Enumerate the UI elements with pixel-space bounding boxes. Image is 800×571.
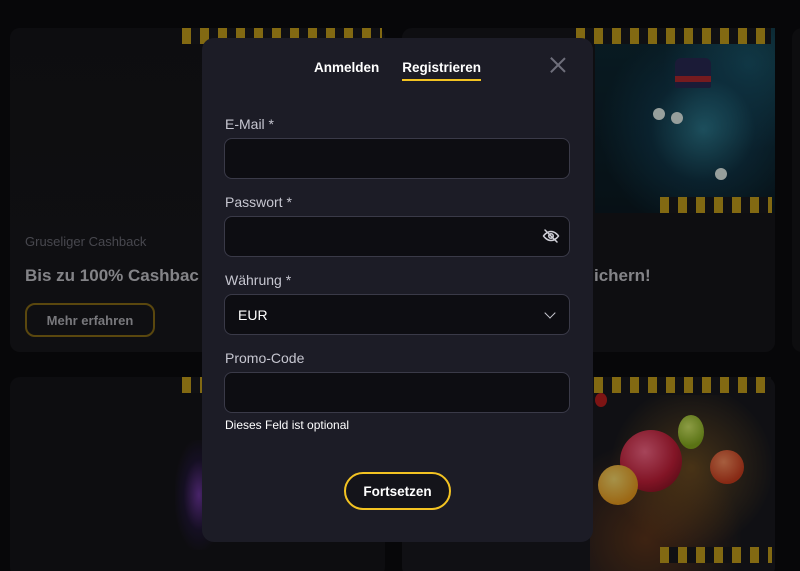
chevron-down-icon xyxy=(544,307,556,319)
eye-off-icon[interactable] xyxy=(542,227,560,245)
currency-label: Währung * xyxy=(225,272,292,288)
promo-code-field[interactable] xyxy=(224,372,570,413)
password-wrapper xyxy=(202,216,593,257)
password-label: Passwort * xyxy=(225,194,292,210)
continue-button[interactable]: Fortsetzen xyxy=(344,472,451,510)
email-label: E-Mail * xyxy=(225,116,275,132)
email-field[interactable] xyxy=(224,138,570,179)
password-field[interactable] xyxy=(224,216,570,257)
promo-code-label: Promo-Code xyxy=(225,350,305,366)
registration-modal: Anmelden Registrieren E-Mail * Passwort … xyxy=(202,38,593,542)
tab-login[interactable]: Anmelden xyxy=(314,60,379,80)
currency-value: EUR xyxy=(238,306,268,323)
promo-code-hint: Dieses Feld ist optional xyxy=(225,418,350,432)
tab-register[interactable]: Registrieren xyxy=(402,60,481,81)
auth-tabs: Anmelden Registrieren xyxy=(202,60,593,81)
currency-select[interactable]: EUR xyxy=(224,294,570,335)
close-icon[interactable] xyxy=(549,56,567,74)
page: Gruseliger Cashback Bis zu 100% Cashbac … xyxy=(0,0,800,571)
